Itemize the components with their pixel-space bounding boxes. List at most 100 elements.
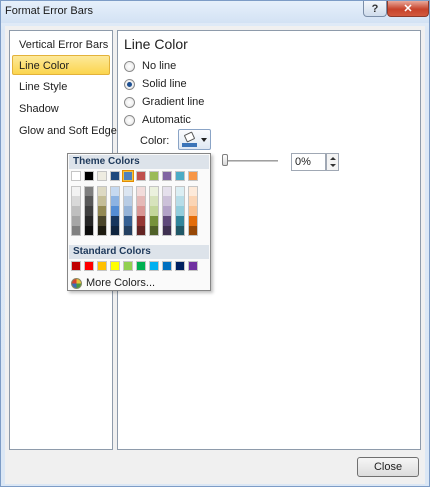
theme-color-swatch[interactable]	[188, 171, 198, 181]
shade-swatch[interactable]	[123, 196, 133, 206]
shade-swatch[interactable]	[162, 206, 172, 216]
shade-swatch[interactable]	[123, 186, 133, 196]
standard-color-swatch[interactable]	[149, 261, 159, 271]
standard-color-swatch[interactable]	[110, 261, 120, 271]
shade-swatch[interactable]	[175, 196, 185, 206]
format-error-bars-dialog: Format Error Bars ? ✕ Vertical Error Bar…	[0, 0, 430, 487]
theme-color-swatch[interactable]	[162, 171, 172, 181]
standard-color-swatch[interactable]	[71, 261, 81, 271]
close-button[interactable]: Close	[357, 457, 419, 477]
shade-swatch[interactable]	[188, 196, 198, 206]
standard-color-swatch[interactable]	[175, 261, 185, 271]
shade-swatch[interactable]	[188, 216, 198, 226]
theme-color-swatch[interactable]	[149, 171, 159, 181]
shade-swatch[interactable]	[84, 226, 94, 236]
shade-swatch[interactable]	[188, 206, 198, 216]
spin-down-icon[interactable]	[330, 164, 336, 167]
shade-swatch[interactable]	[84, 196, 94, 206]
gradient-line-radio[interactable]	[124, 96, 135, 108]
automatic-radio[interactable]	[124, 114, 135, 126]
nav-item-line-color[interactable]: Line Color	[12, 55, 110, 75]
shade-swatch[interactable]	[175, 186, 185, 196]
shade-swatch[interactable]	[162, 196, 172, 206]
solid-line-option[interactable]: Solid line	[124, 76, 187, 92]
automatic-option[interactable]: Automatic	[124, 112, 191, 128]
shade-swatch[interactable]	[71, 206, 81, 216]
shade-swatch[interactable]	[84, 206, 94, 216]
standard-color-swatch[interactable]	[188, 261, 198, 271]
shade-swatch[interactable]	[97, 226, 107, 236]
shade-swatch[interactable]	[123, 226, 133, 236]
shade-swatch[interactable]	[97, 216, 107, 226]
shade-swatch[interactable]	[136, 216, 146, 226]
shade-swatch[interactable]	[175, 216, 185, 226]
transparency-slider-track[interactable]	[222, 160, 278, 162]
standard-color-swatch[interactable]	[162, 261, 172, 271]
shade-swatch[interactable]	[97, 186, 107, 196]
shade-swatch[interactable]	[149, 186, 159, 196]
shade-swatch[interactable]	[123, 206, 133, 216]
shade-swatch[interactable]	[136, 206, 146, 216]
shade-swatch[interactable]	[175, 226, 185, 236]
nav-item-shadow[interactable]: Shadow	[12, 98, 110, 118]
theme-color-swatch[interactable]	[136, 171, 146, 181]
shade-swatch[interactable]	[123, 216, 133, 226]
theme-color-swatch[interactable]	[84, 171, 94, 181]
more-colors-item[interactable]: More Colors...	[71, 276, 155, 290]
shade-swatch[interactable]	[110, 186, 120, 196]
theme-color-swatch[interactable]	[71, 171, 81, 181]
nav-item-glow-soft-edges[interactable]: Glow and Soft Edges	[12, 120, 122, 140]
shade-swatch[interactable]	[71, 216, 81, 226]
standard-color-swatch[interactable]	[84, 261, 94, 271]
shade-swatch[interactable]	[136, 226, 146, 236]
transparency-spinner[interactable]	[326, 153, 339, 171]
standard-color-swatch[interactable]	[97, 261, 107, 271]
shade-swatch[interactable]	[162, 226, 172, 236]
no-line-option[interactable]: No line	[124, 58, 176, 74]
shade-swatch[interactable]	[97, 196, 107, 206]
transparency-input[interactable]: 0%	[291, 153, 326, 171]
window-close-button[interactable]: ✕	[387, 1, 429, 17]
shade-column	[149, 186, 159, 236]
no-line-radio[interactable]	[124, 60, 135, 72]
shade-swatch[interactable]	[149, 226, 159, 236]
shade-swatch[interactable]	[149, 216, 159, 226]
shade-swatch[interactable]	[149, 206, 159, 216]
theme-color-swatch[interactable]	[175, 171, 185, 181]
shade-swatch[interactable]	[84, 186, 94, 196]
spin-up-icon[interactable]	[330, 157, 336, 160]
shade-swatch[interactable]	[162, 186, 172, 196]
transparency-slider-thumb[interactable]	[222, 154, 228, 166]
shade-column	[162, 186, 172, 236]
shade-swatch[interactable]	[136, 196, 146, 206]
theme-shade-grid	[71, 186, 198, 236]
shade-swatch[interactable]	[110, 196, 120, 206]
shade-swatch[interactable]	[71, 196, 81, 206]
shade-column	[123, 186, 133, 236]
theme-color-swatch[interactable]	[97, 171, 107, 181]
help-button[interactable]: ?	[363, 1, 387, 17]
shade-swatch[interactable]	[84, 216, 94, 226]
shade-swatch[interactable]	[162, 216, 172, 226]
solid-line-radio[interactable]	[124, 78, 135, 90]
shade-swatch[interactable]	[149, 196, 159, 206]
shade-swatch[interactable]	[136, 186, 146, 196]
shade-swatch[interactable]	[175, 206, 185, 216]
shade-swatch[interactable]	[71, 226, 81, 236]
nav-item-line-style[interactable]: Line Style	[12, 76, 110, 96]
standard-color-swatch[interactable]	[123, 261, 133, 271]
theme-color-swatch[interactable]	[122, 170, 134, 182]
shade-swatch[interactable]	[97, 206, 107, 216]
standard-color-swatch[interactable]	[136, 261, 146, 271]
gradient-line-option[interactable]: Gradient line	[124, 94, 204, 110]
shade-swatch[interactable]	[71, 186, 81, 196]
theme-color-swatch[interactable]	[110, 171, 120, 181]
shade-swatch[interactable]	[110, 206, 120, 216]
shade-swatch[interactable]	[188, 226, 198, 236]
shade-column	[84, 186, 94, 236]
shade-swatch[interactable]	[188, 186, 198, 196]
shade-swatch[interactable]	[110, 216, 120, 226]
nav-item-vertical-error-bars[interactable]: Vertical Error Bars	[12, 34, 110, 54]
shade-swatch[interactable]	[110, 226, 120, 236]
color-picker-button[interactable]	[178, 129, 211, 150]
